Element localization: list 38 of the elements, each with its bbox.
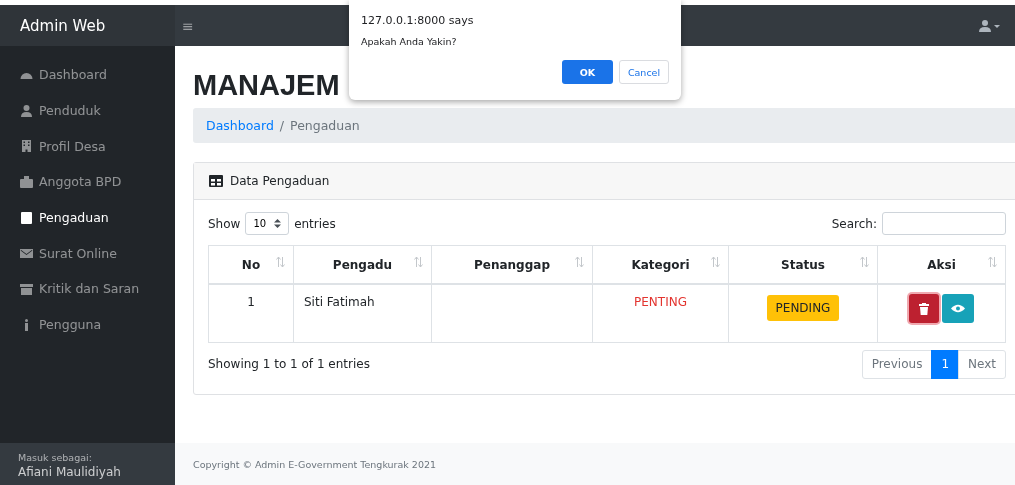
- card-title: Data Pengaduan: [230, 174, 330, 188]
- user-name: Afiani Maulidiyah: [18, 465, 122, 479]
- status-badge: PENDING: [766, 295, 840, 321]
- column-header[interactable]: Penanggap: [431, 245, 593, 284]
- login-caption: Masuk sebagai:: [18, 452, 93, 463]
- breadcrumb-link[interactable]: Dashboard: [206, 118, 274, 133]
- sidebar-item[interactable]: Profil Desa: [0, 128, 175, 165]
- breadcrumb-current: Pengaduan: [290, 118, 360, 133]
- sidebar-item[interactable]: Surat Online: [0, 235, 175, 272]
- page-button[interactable]: 1: [931, 349, 960, 379]
- dialog-message: Apakah Anda Yakin?: [361, 36, 458, 47]
- sidebar-item[interactable]: Pengaduan: [0, 199, 175, 236]
- ok-button[interactable]: OK: [562, 60, 613, 84]
- table-cell: 1: [208, 284, 294, 342]
- column-header[interactable]: Aksi: [877, 245, 1006, 284]
- page-heading: MANAJEM: [193, 68, 340, 102]
- sidebar-item[interactable]: Anggota BPD: [0, 164, 175, 200]
- sidebar-item[interactable]: Penduduk: [0, 92, 175, 129]
- length-label: Show: [208, 216, 241, 231]
- column-header[interactable]: Kategori: [592, 245, 729, 284]
- breadcrumb-separator: /: [279, 118, 285, 133]
- table-cell: Siti Fatimah: [293, 284, 432, 342]
- brand-title[interactable]: Admin Web: [20, 16, 106, 35]
- length-label: entries: [294, 216, 336, 231]
- menu-toggle[interactable]: ≡: [179, 15, 197, 36]
- column-header[interactable]: Pengadu: [293, 245, 432, 284]
- cancel-button[interactable]: Cancel: [619, 60, 669, 84]
- sidebar-item[interactable]: Pengguna: [0, 306, 175, 343]
- sidebar-item[interactable]: Kritik dan Saran: [0, 271, 175, 307]
- copyright-text: Copyright © Admin E-Government Tengkurak 2021: [193, 458, 437, 470]
- sidebar-item[interactable]: Dashboard: [0, 57, 175, 93]
- entries-select[interactable]: 10: [245, 212, 290, 235]
- column-header[interactable]: Status: [728, 245, 878, 284]
- search-label: Search:: [831, 216, 877, 231]
- table-cell: PENTING: [592, 284, 729, 342]
- dialog-title: 127.0.0.1:8000 says: [361, 14, 475, 27]
- column-header[interactable]: No: [208, 245, 294, 284]
- entries-info: Showing 1 to 1 of 1 entries: [208, 357, 370, 371]
